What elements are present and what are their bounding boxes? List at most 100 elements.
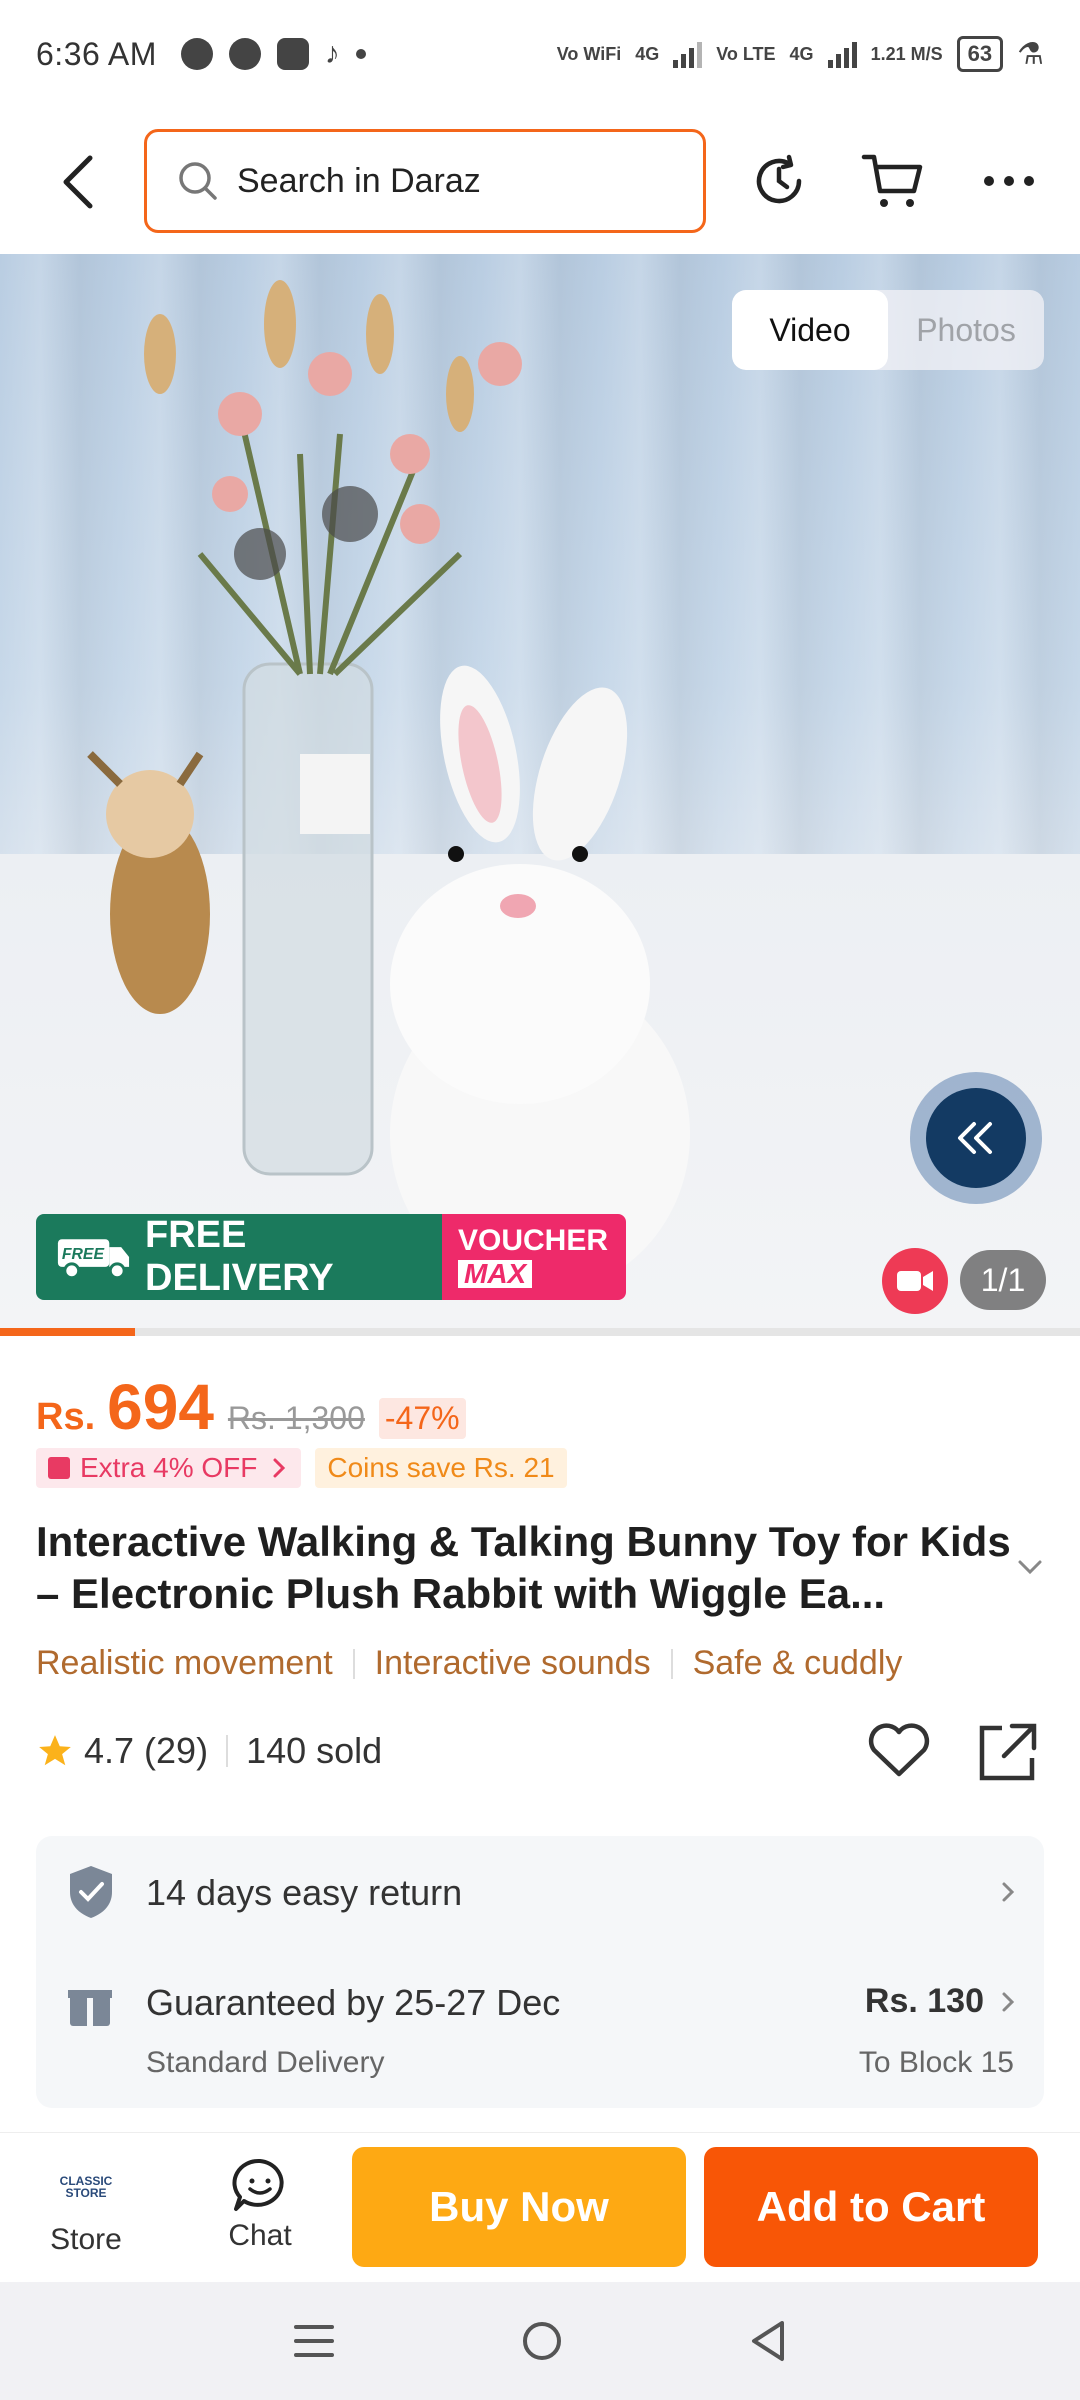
rating-value: 4.7	[84, 1730, 135, 1771]
feature-divider	[670, 1648, 673, 1679]
product-features: Realistic movement Interactive sounds Sa…	[36, 1644, 902, 1683]
system-indicators: Vo WiFi 4G Vo LTE 4G 1.21 M/S 63 ⚗	[557, 36, 1044, 72]
free-delivery-label: FREE DELIVERY	[145, 1214, 334, 1299]
media-progress-fill	[0, 1328, 135, 1336]
bunny-toy-image	[390, 665, 690, 1294]
price-row: Rs. 694 Rs. 1,300 -47%	[36, 1370, 466, 1444]
chevron-left-icon	[63, 155, 93, 209]
product-title: Interactive Walking & Talking Bunny Toy …	[36, 1518, 1011, 1617]
back-button[interactable]	[48, 152, 108, 212]
delivery-row[interactable]: Guaranteed by 25-27 Dec Standard Deliver…	[36, 1950, 1044, 2108]
top-app-bar: Search in Daraz	[0, 108, 1080, 254]
signal2-icon	[827, 40, 857, 68]
home-icon[interactable]	[520, 2319, 564, 2363]
video-indicator[interactable]	[882, 1248, 948, 1314]
more-options-button[interactable]	[974, 146, 1044, 216]
voucher-icon	[48, 1457, 70, 1479]
delivery-guarantee: Guaranteed by 25-27 Dec	[146, 1982, 561, 2023]
gallery-icon	[276, 38, 309, 70]
original-price: Rs. 1,300	[227, 1400, 365, 1436]
rating-divider	[226, 1735, 229, 1767]
chevron-right-icon	[273, 1458, 286, 1478]
wishlist-heart-icon[interactable]	[866, 1720, 932, 1780]
chevron-right-icon	[1002, 1992, 1015, 2012]
store-label: Store	[50, 2223, 122, 2256]
voucher-max-label: MAX	[458, 1260, 533, 1288]
discount-badge: -47%	[378, 1398, 466, 1439]
promo-tags: Extra 4% OFF Coins save Rs. 21	[36, 1448, 567, 1488]
share-icon[interactable]	[976, 1720, 1040, 1784]
tiktok-icon: ♪	[324, 37, 340, 70]
search-bar[interactable]: Search in Daraz	[144, 129, 706, 233]
refresh-icon	[756, 154, 802, 204]
return-policy-row[interactable]: 14 days easy return	[36, 1836, 1044, 1950]
price-currency: Rs.	[36, 1396, 96, 1438]
expand-title-chevron-icon[interactable]	[1016, 1558, 1044, 1578]
free-delivery-badge: FREE FREE DELIVERY	[36, 1214, 442, 1300]
status-bar: 6:36 AM ♪ Vo WiFi 4G Vo LTE 4G 1.21 M/S …	[0, 0, 1080, 108]
promo-banner: FREE FREE DELIVERY VOUCHER MAX	[36, 1214, 626, 1300]
double-chevron-left-icon	[958, 1122, 992, 1154]
network-speed: 1.21 M/S	[870, 43, 943, 64]
delivery-type: Standard Delivery	[146, 2046, 385, 2079]
video-camera-icon	[897, 1271, 933, 1291]
price-amount: 694	[107, 1371, 214, 1443]
vowifi-label: Vo WiFi	[556, 43, 622, 64]
buy-now-button[interactable]: Buy Now	[352, 2147, 686, 2267]
coins-label: Coins save Rs. 21	[327, 1452, 555, 1483]
signal1-icon	[673, 40, 703, 68]
deer-figurine-image	[87, 751, 210, 1014]
free-badge-text: FREE	[62, 1246, 105, 1263]
star-icon	[39, 1735, 71, 1766]
store-button[interactable]: CLASSIC STORE Store	[16, 2157, 156, 2257]
feature-item: Interactive sounds	[374, 1644, 651, 1682]
delivery-destination: To Block 15	[858, 2046, 1014, 2079]
search-icon	[179, 162, 217, 200]
coins-tag[interactable]: Coins save Rs. 21	[315, 1448, 567, 1488]
net1-generation: 4G	[635, 43, 660, 64]
tab-photos[interactable]: Photos	[888, 290, 1044, 370]
extra-off-tag[interactable]: Extra 4% OFF	[36, 1448, 302, 1488]
tab-video[interactable]: Video	[732, 290, 888, 370]
review-count: (29)	[144, 1730, 209, 1771]
history-button[interactable]	[744, 146, 814, 216]
return-policy-label: 14 days easy return	[146, 1872, 463, 1913]
feature-item: Realistic movement	[36, 1644, 333, 1682]
system-navigation-bar	[0, 2282, 1080, 2400]
chat-button[interactable]: Chat	[190, 2157, 330, 2253]
feature-divider	[352, 1648, 355, 1679]
shield-check-icon	[70, 1866, 112, 1918]
whatsapp-icon	[228, 38, 261, 70]
feature-item: Safe & cuddly	[692, 1644, 903, 1682]
service-info-card: 14 days easy return Guaranteed by 25-27 …	[36, 1836, 1044, 2108]
product-media-viewer[interactable]: Video Photos FREE FREE DELIVERY VOUCHER …	[0, 254, 1080, 1328]
chat-bubble-icon	[232, 2158, 284, 2211]
gift-box-icon	[68, 1990, 112, 2026]
net2-generation: 4G	[789, 43, 814, 64]
volte-label: Vo LTE	[716, 43, 776, 64]
cart-icon	[861, 154, 923, 207]
back-nav-icon[interactable]	[748, 2319, 788, 2363]
status-time: 6:36 AM	[36, 35, 157, 72]
recent-apps-icon[interactable]	[292, 2321, 336, 2361]
voucher-label: VOUCHER	[458, 1224, 609, 1257]
extra-off-label: Extra 4% OFF	[80, 1452, 258, 1483]
search-placeholder: Search in Daraz	[237, 161, 481, 200]
add-to-cart-button[interactable]: Add to Cart	[704, 2147, 1038, 2267]
cart-button[interactable]	[858, 146, 928, 216]
more-horizontal-icon	[984, 176, 1034, 186]
collapse-video-button[interactable]	[910, 1072, 1042, 1204]
bottom-action-bar: CLASSIC STORE Store Chat Buy Now Add to …	[0, 2132, 1080, 2282]
media-progress-bar	[0, 1328, 1080, 1336]
delivery-truck-icon: FREE	[57, 1239, 130, 1280]
flask-icon: ⚗	[1017, 37, 1044, 71]
notification-icons: ♪	[180, 37, 366, 71]
media-tab-switcher: Video Photos	[732, 290, 1044, 370]
battery-icon: 63	[956, 36, 1004, 72]
notification-app-icon	[180, 38, 213, 70]
chat-label: Chat	[228, 2219, 292, 2252]
rating-row[interactable]: 4.7 (29) 140 sold	[36, 1730, 382, 1772]
chevron-right-icon	[1002, 1882, 1015, 1902]
voucher-max-badge: VOUCHER MAX	[442, 1214, 626, 1300]
store-logo: CLASSIC STORE	[59, 2174, 113, 2200]
